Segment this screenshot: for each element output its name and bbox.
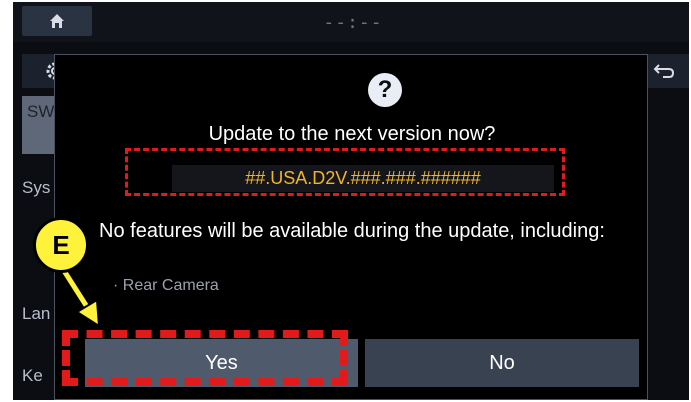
yes-highlight-box (62, 330, 348, 386)
feature-label: Rear Camera (122, 277, 219, 294)
step-badge: E (33, 217, 89, 273)
version-highlight-box (125, 148, 565, 196)
feature-list-item: · Rear Camera (113, 277, 219, 295)
no-button[interactable]: No (365, 339, 639, 387)
dialog-message: No features will be available during the… (99, 220, 605, 242)
home-icon (50, 14, 64, 28)
home-button[interactable] (22, 6, 92, 36)
pointer-arrow-icon (56, 264, 101, 328)
dialog-title: Update to the next version now? (208, 123, 496, 145)
question-icon: ? (368, 73, 402, 107)
clock: --:-- (323, 12, 383, 33)
status-bar: --:-- (13, 2, 689, 42)
back-arrow-icon (653, 64, 675, 78)
